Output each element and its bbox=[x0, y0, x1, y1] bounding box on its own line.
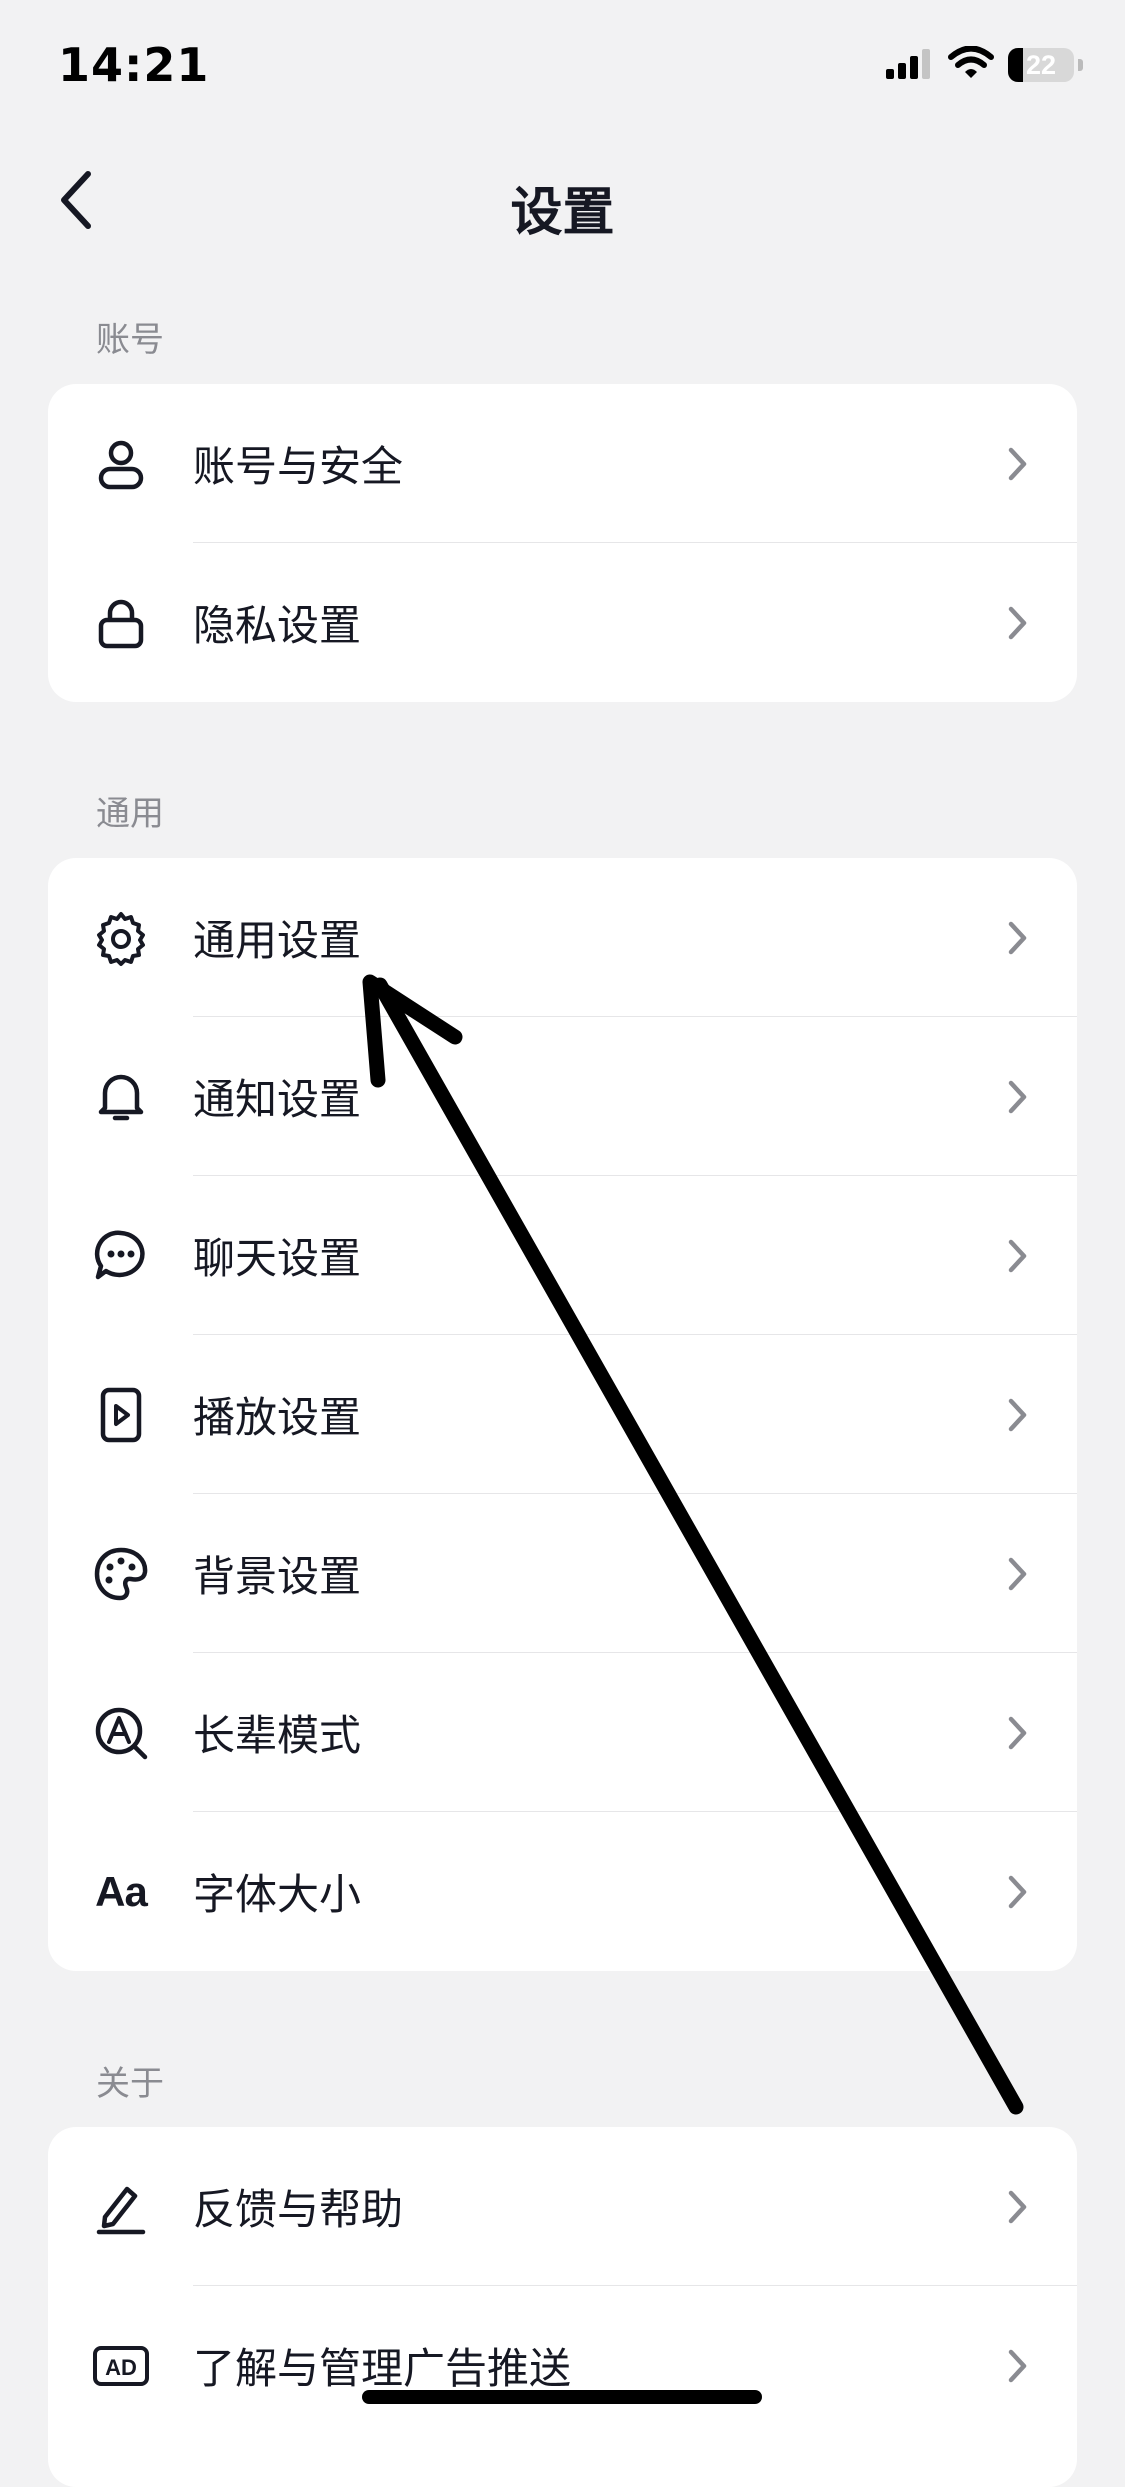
ad-glyph: AD bbox=[105, 2355, 137, 2380]
nav-bar: 设置 bbox=[0, 150, 1125, 250]
chevron-right-icon bbox=[1003, 444, 1033, 484]
battery-indicator: 22 bbox=[1008, 48, 1074, 82]
edit-pen-icon bbox=[90, 2176, 152, 2238]
settings-row-playback[interactable]: 播放设置 bbox=[48, 1335, 1077, 1494]
user-icon bbox=[90, 433, 152, 495]
settings-row-feedback[interactable]: 反馈与帮助 bbox=[48, 2127, 1077, 2286]
settings-row-chat[interactable]: 聊天设置 bbox=[48, 1176, 1077, 1335]
font-size-glyph: Aa bbox=[95, 1867, 148, 1915]
chevron-right-icon bbox=[1003, 1713, 1033, 1753]
settings-row-account-security[interactable]: 账号与安全 bbox=[48, 384, 1077, 543]
chevron-right-icon bbox=[1003, 1395, 1033, 1435]
row-label: 反馈与帮助 bbox=[193, 2185, 404, 2234]
chevron-right-icon bbox=[1003, 918, 1033, 958]
chevron-right-icon bbox=[1003, 1872, 1033, 1912]
chevron-right-icon bbox=[1003, 1236, 1033, 1276]
palette-icon bbox=[90, 1543, 152, 1605]
status-time: 14:21 bbox=[58, 38, 210, 92]
row-label: 长辈模式 bbox=[193, 1711, 362, 1760]
settings-row-elder-mode[interactable]: 长辈模式 bbox=[48, 1653, 1077, 1812]
status-bar: 14:21 22 bbox=[0, 0, 1125, 140]
wifi-icon bbox=[948, 45, 994, 84]
row-label: 隐私设置 bbox=[193, 601, 362, 650]
row-label: 通知设置 bbox=[193, 1075, 362, 1124]
home-indicator[interactable] bbox=[362, 2390, 762, 2404]
settings-row-font-size[interactable]: Aa 字体大小 bbox=[48, 1812, 1077, 1971]
chevron-right-icon bbox=[1003, 603, 1033, 643]
row-label: 了解与管理广告推送 bbox=[193, 2344, 572, 2393]
cellular-signal-icon bbox=[886, 47, 934, 83]
row-label: 通用设置 bbox=[193, 916, 362, 965]
play-icon bbox=[90, 1384, 152, 1446]
bell-icon bbox=[90, 1066, 152, 1128]
chevron-right-icon bbox=[1003, 1077, 1033, 1117]
battery-fill bbox=[1008, 48, 1023, 82]
about-card: 反馈与帮助 AD 了解与管理广告推送 bbox=[48, 2127, 1077, 2487]
chevron-right-icon bbox=[1003, 2187, 1033, 2227]
section-header-account: 账号 bbox=[96, 320, 164, 360]
chevron-right-icon bbox=[1003, 1554, 1033, 1594]
status-icons: 22 bbox=[886, 45, 1083, 84]
font-size-icon: Aa bbox=[90, 1861, 152, 1923]
row-label: 背景设置 bbox=[193, 1552, 362, 1601]
general-card: 通用设置 通知设置 聊天设置 播放设置 背景设置 长辈模式 Aa 字体大小 bbox=[48, 858, 1077, 1971]
chat-bubble-icon bbox=[90, 1225, 152, 1287]
page-title: 设置 bbox=[510, 183, 615, 243]
settings-row-general[interactable]: 通用设置 bbox=[48, 858, 1077, 1017]
settings-row-notification[interactable]: 通知设置 bbox=[48, 1017, 1077, 1176]
settings-row-privacy[interactable]: 隐私设置 bbox=[48, 543, 1077, 702]
section-header-about: 关于 bbox=[96, 2064, 164, 2104]
elder-mode-icon bbox=[90, 1702, 152, 1764]
chevron-right-icon bbox=[1003, 2346, 1033, 2386]
battery-level: 22 bbox=[1025, 49, 1057, 80]
settings-row-ad-management[interactable]: AD 了解与管理广告推送 bbox=[48, 2286, 1077, 2445]
battery-cap bbox=[1078, 59, 1083, 71]
row-label: 字体大小 bbox=[193, 1870, 362, 1919]
row-label: 播放设置 bbox=[193, 1393, 362, 1442]
section-header-general: 通用 bbox=[96, 794, 164, 834]
row-label: 账号与安全 bbox=[193, 442, 404, 491]
gear-icon bbox=[90, 907, 152, 969]
lock-icon bbox=[90, 592, 152, 654]
account-card: 账号与安全 隐私设置 bbox=[48, 384, 1077, 702]
ad-icon: AD bbox=[90, 2335, 152, 2397]
settings-row-background[interactable]: 背景设置 bbox=[48, 1494, 1077, 1653]
row-label: 聊天设置 bbox=[193, 1234, 362, 1283]
